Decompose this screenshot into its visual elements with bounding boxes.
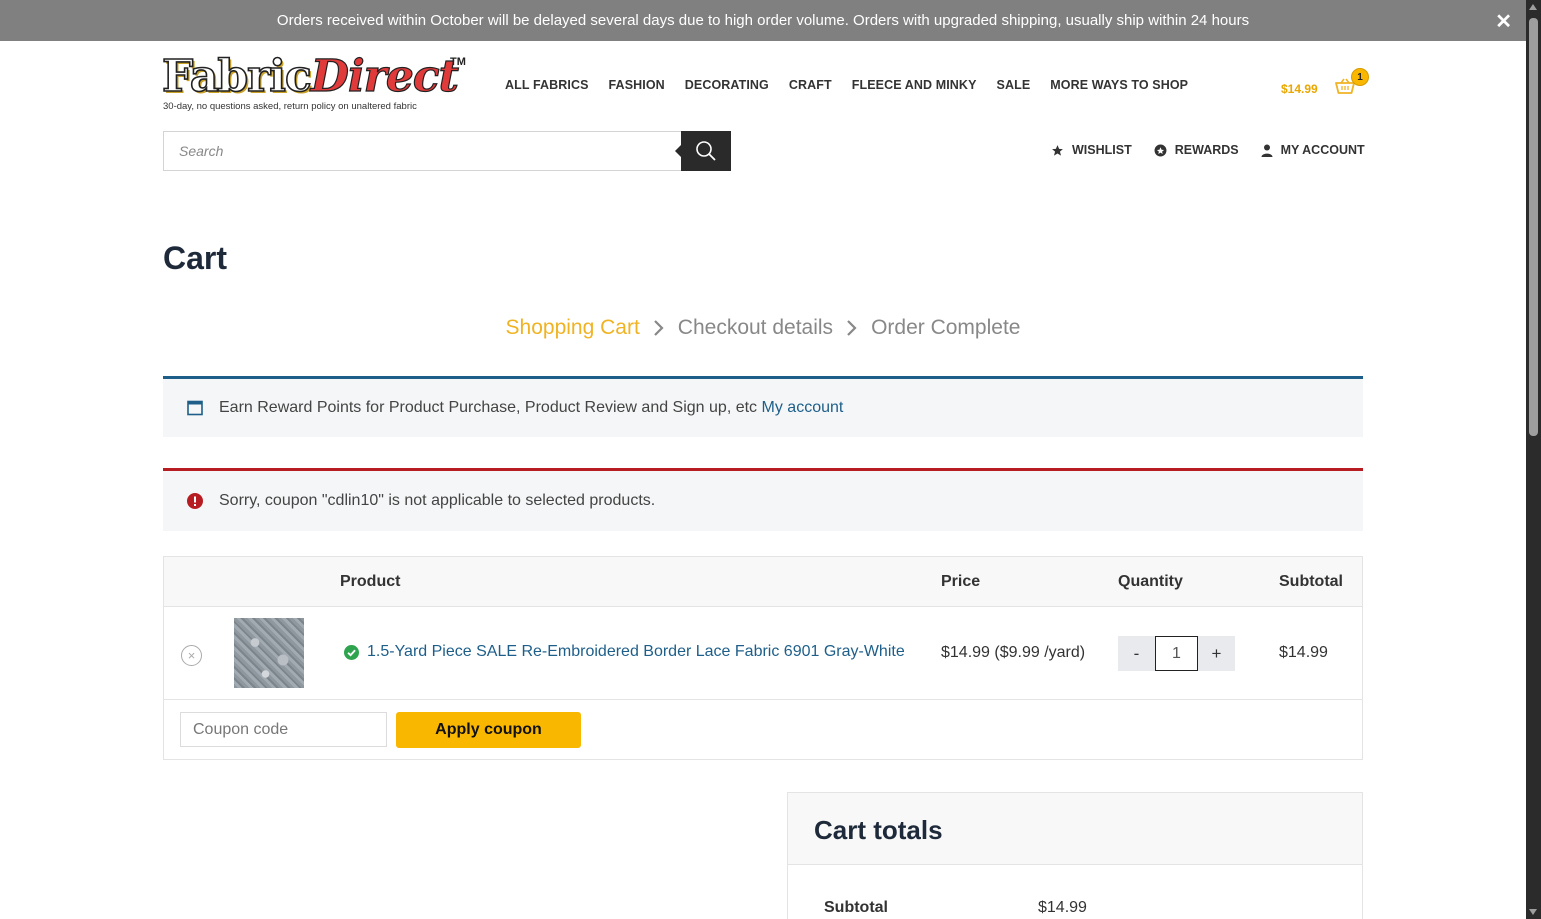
cart-item-row: × 1.5-Yard Piece SALE Re-Embroidered Bor… — [164, 607, 1362, 700]
logo-tagline: 30-day, no questions asked, return polic… — [163, 101, 417, 112]
close-announcement-button[interactable]: ✕ — [1495, 9, 1512, 34]
chevron-right-icon — [654, 320, 664, 336]
my-account-label[interactable]: MY ACCOUNT — [1281, 143, 1365, 157]
cart-totals-title: Cart totals — [814, 815, 943, 845]
apply-coupon-button[interactable]: Apply coupon — [396, 712, 581, 748]
product-thumbnail[interactable] — [234, 618, 304, 688]
error-icon — [187, 493, 203, 509]
search-bar — [163, 131, 731, 171]
page-title: Cart — [163, 240, 228, 276]
cart-table-header: Product Price Quantity Subtotal — [164, 557, 1362, 607]
checkout-steps: Shopping Cart Checkout details Order Com… — [0, 316, 1526, 340]
nav-fashion[interactable]: FASHION — [609, 78, 665, 92]
header-product: Product — [340, 573, 401, 590]
step-checkout-details[interactable]: Checkout details — [678, 316, 833, 340]
logo-trademark: TM — [450, 56, 466, 68]
coupon-code-input[interactable] — [180, 712, 387, 747]
item-subtotal: $14.99 — [1279, 644, 1328, 661]
star-icon — [1052, 144, 1063, 156]
announcement-bar: Orders received within October will be d… — [0, 0, 1526, 41]
coupon-error-notice: Sorry, coupon "cdlin10" is not applicabl… — [163, 468, 1363, 531]
cart-totals-header: Cart totals — [788, 793, 1362, 865]
product-link[interactable]: 1.5-Yard Piece SALE Re-Embroidered Borde… — [344, 643, 905, 661]
quantity-increase-button[interactable]: + — [1198, 636, 1235, 671]
nav-decorating[interactable]: DECORATING — [685, 78, 769, 92]
announcement-text: Orders received within October will be d… — [276, 12, 1250, 29]
main-nav: ALL FABRICS FASHION DECORATING CRAFT FLE… — [505, 78, 1188, 92]
quantity-stepper: - + — [1118, 636, 1235, 671]
product-name[interactable]: 1.5-Yard Piece SALE Re-Embroidered Borde… — [367, 643, 905, 661]
search-input[interactable] — [164, 132, 682, 170]
quantity-input[interactable] — [1155, 636, 1198, 671]
search-icon — [696, 141, 716, 161]
rewards-link[interactable]: REWARDS — [1154, 143, 1239, 157]
cart-count-badge: 1 — [1351, 68, 1369, 86]
wishlist-link[interactable]: WISHLIST — [1051, 143, 1132, 157]
nav-all-fabrics[interactable]: ALL FABRICS — [505, 78, 589, 92]
rewards-label[interactable]: REWARDS — [1175, 143, 1239, 157]
nav-sale[interactable]: SALE — [997, 78, 1031, 92]
step-order-complete: Order Complete — [871, 316, 1021, 339]
cart-table: Product Price Quantity Subtotal × 1.5-Ya… — [163, 556, 1363, 760]
item-price: $14.99 ($9.99 /yard) — [941, 644, 1086, 661]
header-subtotal: Subtotal — [1279, 573, 1343, 590]
search-button[interactable] — [675, 131, 731, 171]
site-logo[interactable]: FabricDirect TM 30-day, no questions ask… — [161, 51, 467, 114]
quantity-decrease-button[interactable]: - — [1118, 636, 1155, 671]
nav-fleece-and-minky[interactable]: FLEECE AND MINKY — [852, 78, 977, 92]
my-account-notice-link[interactable]: My account — [762, 399, 844, 416]
remove-item-button[interactable]: × — [181, 645, 202, 666]
page-scrollbar[interactable] — [1526, 0, 1541, 919]
header-quantity: Quantity — [1118, 573, 1183, 590]
header-price: Price — [941, 573, 981, 590]
mini-cart[interactable]: $14.99 1 — [1281, 68, 1371, 100]
chevron-right-icon — [847, 320, 857, 336]
totals-subtotal-value: $14.99 — [1038, 899, 1087, 916]
rewards-icon — [1154, 144, 1167, 156]
my-account-link[interactable]: MY ACCOUNT — [1261, 143, 1365, 157]
scroll-up-icon[interactable] — [1529, 4, 1537, 10]
logo-wordmark: FabricDirect — [161, 51, 459, 103]
scroll-down-icon[interactable] — [1529, 909, 1537, 915]
mini-cart-amount[interactable]: $14.99 — [1281, 82, 1318, 96]
check-circle-icon — [344, 644, 359, 660]
wishlist-label[interactable]: WISHLIST — [1072, 143, 1132, 157]
totals-subtotal-label: Subtotal — [824, 899, 888, 916]
scrollbar-thumb[interactable] — [1529, 18, 1538, 436]
coupon-error-text: Sorry, coupon "cdlin10" is not applicabl… — [219, 492, 656, 509]
step-shopping-cart[interactable]: Shopping Cart — [506, 316, 640, 340]
nav-craft[interactable]: CRAFT — [789, 78, 832, 92]
user-icon — [1261, 144, 1273, 157]
nav-more-ways-to-shop[interactable]: MORE WAYS TO SHOP — [1050, 78, 1188, 92]
window-icon — [187, 400, 203, 416]
account-nav: WISHLIST REWARDS MY ACCOUNT — [1051, 143, 1365, 157]
reward-notice-text: Earn Reward Points for Product Purchase,… — [219, 399, 844, 416]
cart-totals: Cart totals Subtotal $14.99 — [787, 792, 1363, 919]
reward-points-notice: Earn Reward Points for Product Purchase,… — [163, 376, 1363, 437]
